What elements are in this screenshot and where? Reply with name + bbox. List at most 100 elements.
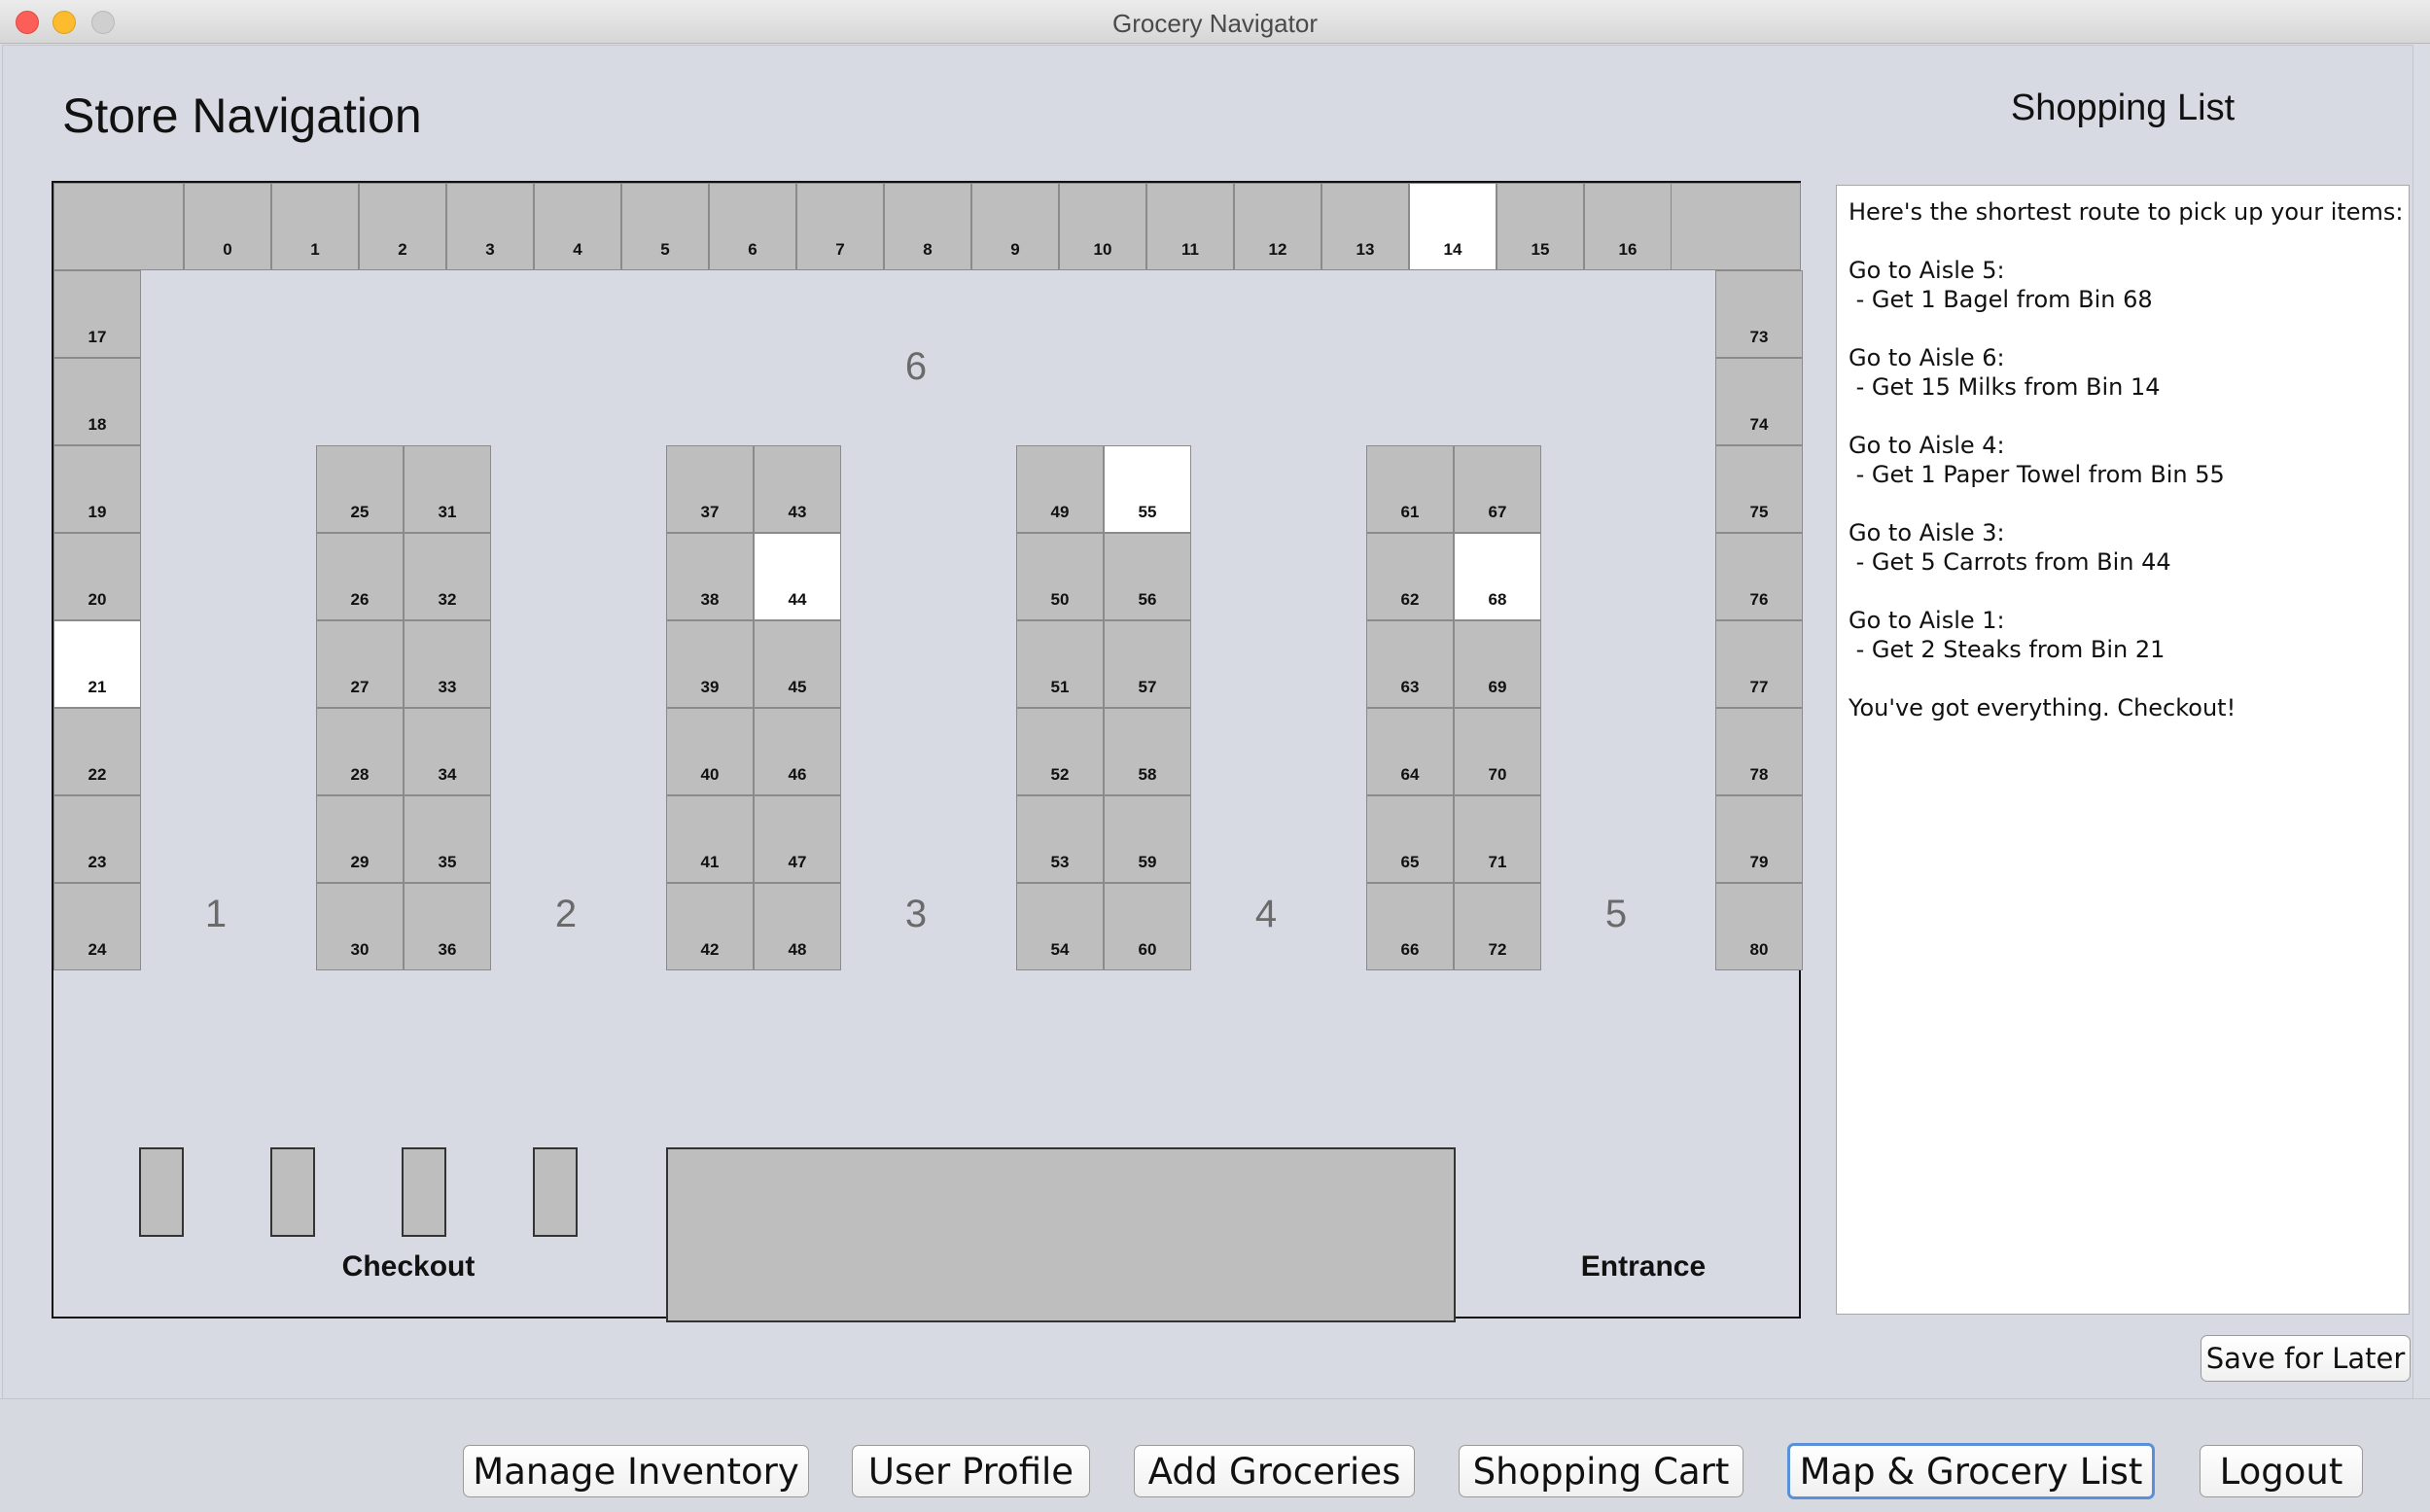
bin-62: 62 <box>1366 533 1454 620</box>
top-left-corner-block <box>53 183 184 270</box>
bin-9: 9 <box>971 183 1059 270</box>
bin-25: 25 <box>316 445 404 533</box>
shopping-list-line: Here's the shortest route to pick up you… <box>1849 198 2404 226</box>
shopping-list-line <box>1849 664 2397 693</box>
shopping-list-line: Go to Aisle 6: <box>1849 344 2005 371</box>
bin-77: 77 <box>1715 620 1803 708</box>
bin-4: 4 <box>534 183 621 270</box>
bin-26: 26 <box>316 533 404 620</box>
bin-69: 69 <box>1454 620 1541 708</box>
bin-48: 48 <box>754 883 841 970</box>
shopping-list-line: Go to Aisle 4: <box>1849 432 2005 459</box>
bin-29: 29 <box>316 795 404 883</box>
top-right-corner-block <box>1665 183 1801 270</box>
shopping-list-line: Go to Aisle 5: <box>1849 257 2005 284</box>
bin-42: 42 <box>666 883 754 970</box>
bin-49: 49 <box>1016 445 1104 533</box>
bin-16: 16 <box>1584 183 1672 270</box>
bin-13: 13 <box>1321 183 1409 270</box>
bin-52: 52 <box>1016 708 1104 795</box>
bin-53: 53 <box>1016 795 1104 883</box>
bin-73: 73 <box>1715 270 1803 358</box>
bin-12: 12 <box>1234 183 1321 270</box>
shopping-list-line: - Get 2 Steaks from Bin 21 <box>1849 636 2166 663</box>
bin-56: 56 <box>1104 533 1191 620</box>
bin-75: 75 <box>1715 445 1803 533</box>
bin-54: 54 <box>1016 883 1104 970</box>
bin-10: 10 <box>1059 183 1146 270</box>
bin-59: 59 <box>1104 795 1191 883</box>
store-map: 0 1 2 3 4 5 6 7 8 9 10 11 12 13 14 15 16 17 18 19 20 21 22 23 24… <box>52 181 1803 1322</box>
add-groceries-button[interactable]: Add Groceries <box>1134 1445 1415 1497</box>
aisle-label-4: 4 <box>1254 893 1278 935</box>
shopping-list-line: - Get 1 Paper Towel from Bin 55 <box>1849 461 2225 488</box>
bin-30: 30 <box>316 883 404 970</box>
bin-32: 32 <box>404 533 491 620</box>
bin-60: 60 <box>1104 883 1191 970</box>
bin-15: 15 <box>1497 183 1584 270</box>
shopping-list-line: - Get 1 Bagel from Bin 68 <box>1849 286 2153 313</box>
map-grocery-list-button[interactable]: Map & Grocery List <box>1787 1443 2155 1499</box>
bin-5: 5 <box>621 183 709 270</box>
checkout-lane-3 <box>402 1147 446 1237</box>
page-title: Store Navigation <box>62 88 422 143</box>
bin-68: 68 <box>1454 533 1541 620</box>
bin-63: 63 <box>1366 620 1454 708</box>
bin-70: 70 <box>1454 708 1541 795</box>
shopping-list-line: You've got everything. Checkout! <box>1849 694 2236 721</box>
bin-61: 61 <box>1366 445 1454 533</box>
bin-28: 28 <box>316 708 404 795</box>
bin-21: 21 <box>53 620 141 708</box>
aisle-label-1: 1 <box>204 893 228 935</box>
bin-44: 44 <box>754 533 841 620</box>
user-profile-button[interactable]: User Profile <box>852 1445 1090 1497</box>
bin-34: 34 <box>404 708 491 795</box>
checkout-lane-2 <box>270 1147 315 1237</box>
checkout-label: Checkout <box>341 1250 475 1283</box>
bin-38: 38 <box>666 533 754 620</box>
title-bar: Grocery Navigator <box>0 0 2430 44</box>
aisle-label-5: 5 <box>1604 893 1628 935</box>
bin-33: 33 <box>404 620 491 708</box>
checkout-lane-4 <box>533 1147 578 1237</box>
save-for-later-button[interactable]: Save for Later <box>2201 1335 2411 1382</box>
shopping-list-line <box>1849 314 2397 343</box>
bin-23: 23 <box>53 795 141 883</box>
bin-40: 40 <box>666 708 754 795</box>
window-title: Grocery Navigator <box>1112 9 1318 38</box>
shopping-list-line: Go to Aisle 1: <box>1849 607 2005 634</box>
manage-inventory-button[interactable]: Manage Inventory <box>463 1445 809 1497</box>
shopping-list-line: Go to Aisle 3: <box>1849 519 2005 546</box>
aisle-label-2: 2 <box>554 893 578 935</box>
aisle-label-3: 3 <box>904 893 928 935</box>
bin-71: 71 <box>1454 795 1541 883</box>
logout-button[interactable]: Logout <box>2200 1445 2363 1497</box>
bin-39: 39 <box>666 620 754 708</box>
shopping-list-line: - Get 15 Milks from Bin 14 <box>1849 373 2161 401</box>
bin-31: 31 <box>404 445 491 533</box>
shopping-cart-button[interactable]: Shopping Cart <box>1459 1445 1743 1497</box>
bin-14: 14 <box>1409 183 1497 270</box>
bin-78: 78 <box>1715 708 1803 795</box>
shopping-list-line: - Get 5 Carrots from Bin 44 <box>1849 548 2171 576</box>
bin-3: 3 <box>446 183 534 270</box>
bin-79: 79 <box>1715 795 1803 883</box>
bin-7: 7 <box>796 183 884 270</box>
aisle-label-6: 6 <box>904 345 928 388</box>
bin-19: 19 <box>53 445 141 533</box>
bin-27: 27 <box>316 620 404 708</box>
bin-72: 72 <box>1454 883 1541 970</box>
bin-51: 51 <box>1016 620 1104 708</box>
bin-24: 24 <box>53 883 141 970</box>
bin-64: 64 <box>1366 708 1454 795</box>
bin-6: 6 <box>709 183 796 270</box>
bin-65: 65 <box>1366 795 1454 883</box>
checkout-lane-1 <box>139 1147 184 1237</box>
bin-76: 76 <box>1715 533 1803 620</box>
bin-43: 43 <box>754 445 841 533</box>
shopping-list-textarea[interactable]: Here's the shortest route to pick up you… <box>1836 185 2410 1315</box>
bin-11: 11 <box>1146 183 1234 270</box>
shopping-list-line <box>1849 402 2397 431</box>
bin-74: 74 <box>1715 358 1803 445</box>
bin-66: 66 <box>1366 883 1454 970</box>
